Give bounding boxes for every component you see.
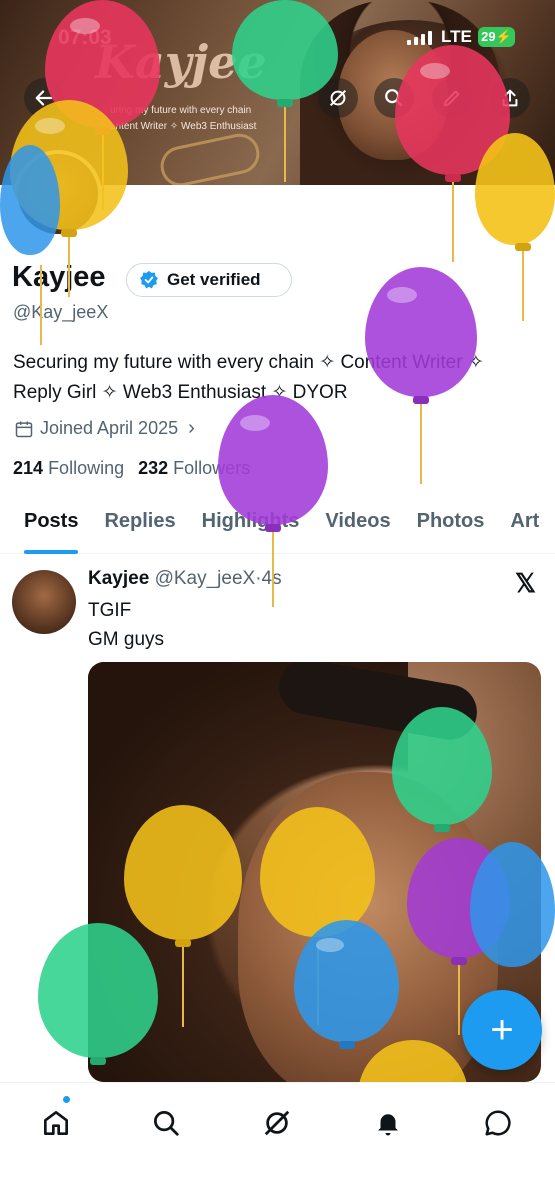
network-label: LTE <box>441 27 472 46</box>
post-line-1: TGIF <box>88 600 132 621</box>
following-label: Following <box>48 458 125 478</box>
bio-line-2: Reply Girl ✧ Web3 Enthusiast ✧ DYOR <box>13 382 348 403</box>
share-button[interactable] <box>490 78 530 118</box>
joined-label: Joined April 2025 <box>40 418 179 438</box>
post-author[interactable]: Kayjee <box>88 568 149 589</box>
nav-messages[interactable] <box>478 1103 518 1143</box>
bell-icon <box>378 1114 398 1136</box>
pencil-icon <box>443 90 460 107</box>
nav-notifications[interactable] <box>368 1103 408 1143</box>
profile-bio: Securing my future with every chain ✧ Co… <box>13 348 555 408</box>
battery-level: 29 <box>481 29 496 44</box>
joined-date[interactable]: Joined April 2025 › <box>14 417 195 440</box>
chevron-right-icon: › <box>188 417 195 439</box>
banner-tagline: uring my future with every chain ontent … <box>110 103 256 135</box>
followers-count: 232 <box>138 458 169 478</box>
bottom-navigation <box>0 1082 555 1200</box>
post-header: Kayjee @Kay_jeeX·4s <box>88 568 282 590</box>
following-link[interactable]: 214 Following <box>13 458 124 479</box>
calendar-icon <box>15 421 33 437</box>
banner-tagline-line1: uring my future with every chain <box>110 105 252 116</box>
banner-tagline-line2: ontent Writer ✧ Web3 Enthusiast <box>110 121 257 132</box>
edit-button[interactable] <box>432 78 472 118</box>
bio-line-1: Securing my future with every chain ✧ Co… <box>13 352 484 373</box>
home-notification-dot <box>62 1095 71 1104</box>
banner-chain-graphic <box>156 130 264 185</box>
back-button[interactable] <box>24 78 64 118</box>
profile-handle: @Kay_jeeX <box>13 302 109 322</box>
followers-label: Followers <box>173 458 251 478</box>
tab-photos[interactable]: Photos <box>417 498 485 553</box>
post-text: TGIF GM guys <box>88 596 164 654</box>
get-verified-button[interactable]: Get verified <box>126 263 292 297</box>
status-time: 07:03 <box>58 26 112 49</box>
following-count: 214 <box>13 458 44 478</box>
status-bar: 07:03 LTE 29⚡ <box>0 0 555 72</box>
grok-icon <box>329 89 347 107</box>
signal-icon <box>407 30 432 45</box>
post-time: 4s <box>261 568 282 589</box>
tab-highlights[interactable]: Highlights <box>202 498 300 553</box>
search-icon <box>154 1111 179 1136</box>
search-button[interactable] <box>374 78 414 118</box>
tab-replies[interactable]: Replies <box>104 498 175 553</box>
battery-indicator: 29⚡ <box>478 27 515 47</box>
chat-bubble-icon <box>485 1110 511 1136</box>
profile-avatar[interactable] <box>14 150 102 238</box>
tab-articles[interactable]: Art <box>510 498 539 553</box>
arrow-left-icon <box>35 90 53 106</box>
grok-button[interactable] <box>318 78 358 118</box>
tab-videos[interactable]: Videos <box>325 498 390 553</box>
search-icon <box>385 89 403 107</box>
share-icon <box>502 89 518 107</box>
tab-posts[interactable]: Posts <box>24 498 79 554</box>
verified-badge-icon <box>140 270 158 289</box>
nav-grok[interactable] <box>257 1103 297 1143</box>
post-image-face <box>238 772 498 1082</box>
get-verified-label: Get verified <box>167 270 261 289</box>
x-logo-icon: 𝕏 <box>515 568 536 598</box>
home-icon <box>44 1111 68 1135</box>
post-handle[interactable]: @Kay_jeeX <box>155 568 256 589</box>
nav-home[interactable] <box>36 1103 76 1143</box>
profile-tabs: Posts Replies Highlights Videos Photos A… <box>0 498 555 554</box>
post-avatar[interactable] <box>12 570 76 634</box>
followers-link[interactable]: 232 Followers <box>138 458 250 479</box>
grok-icon <box>264 1110 290 1136</box>
follow-stats: 214 Following 232 Followers <box>13 458 250 479</box>
compose-button[interactable]: + <box>462 990 542 1070</box>
profile-name: Kayjee <box>12 261 106 293</box>
post-line-2: GM guys <box>88 629 165 650</box>
nav-search[interactable] <box>146 1103 186 1143</box>
